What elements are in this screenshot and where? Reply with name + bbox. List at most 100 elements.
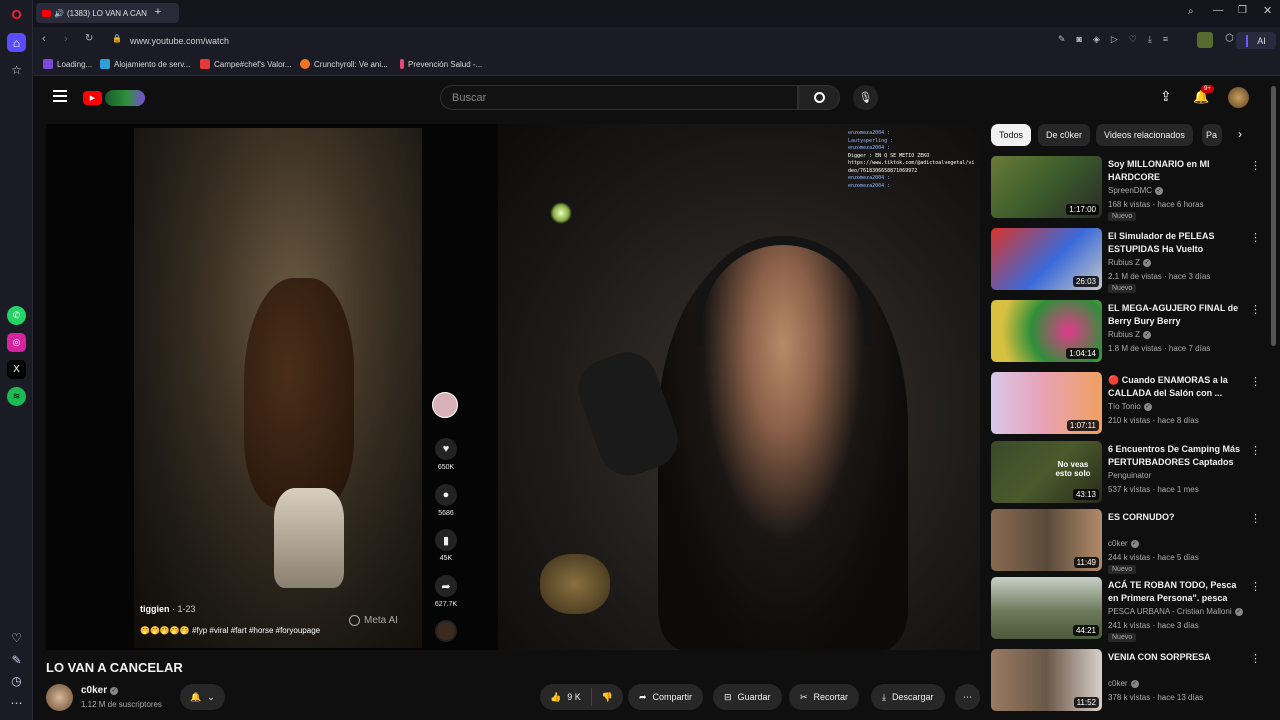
thumbnail[interactable]: No veas esto solo 43:13 <box>991 441 1102 503</box>
thumbnail[interactable]: 26:03 <box>991 228 1102 290</box>
bookmark-item[interactable]: Campe#chef's Valor... <box>200 59 291 69</box>
duration-badge: 26:03 <box>1072 276 1099 287</box>
video-player[interactable]: ♥ 650K ● 5686 ▮ 45K ➦ 627.7K tiggien · 1-23 … <box>46 124 980 650</box>
list-item[interactable]: 1:17:00 Soy MILLONARIO en MI HARDCORE Sp… <box>991 156 1261 221</box>
chip-related[interactable]: Videos relacionados <box>1096 124 1193 146</box>
page-scrollbar[interactable] <box>1271 86 1276 346</box>
verified-icon: ✓ <box>1143 330 1152 339</box>
more-vertical-icon[interactable]: ⋮ <box>1250 652 1261 665</box>
heart-icon[interactable]: ♡ <box>7 628 26 647</box>
search-input[interactable]: Buscar <box>440 85 798 110</box>
thumbnail[interactable]: 11:52 <box>991 649 1102 711</box>
thumbnail[interactable]: 1:07:11 <box>991 372 1102 434</box>
list-item[interactable]: 26:03 El Simulador de PELEAS ESTUPIDAS H… <box>991 228 1261 293</box>
dislike-button[interactable]: 👎 <box>592 692 623 703</box>
more-vertical-icon[interactable]: ⋮ <box>1250 159 1261 172</box>
url-field[interactable]: 🔒 www.youtube.com/watch <box>109 32 1064 49</box>
youtube-page: ▶ Buscar 🎙 ⇪ 🔔 9+ ♥ 650K ● 5686 ▮ 45K ➦ 627.… <box>33 76 1280 720</box>
share-button[interactable]: ➦ Compartir <box>628 684 704 710</box>
notification-bell-dropdown[interactable]: 🔔 ⌄ <box>180 684 225 710</box>
thumbnail[interactable]: 1:04:14 <box>991 300 1102 362</box>
play-icon[interactable]: ▷ <box>1111 34 1129 44</box>
like-button[interactable]: 👍 9 K <box>540 688 592 706</box>
duration-badge: 1:17:00 <box>1066 204 1099 215</box>
shield-icon[interactable]: ◈ <box>1093 34 1111 44</box>
aria-icon <box>1246 34 1249 47</box>
download-button[interactable]: ⤓ Descargar <box>871 684 945 710</box>
chevron-right-icon[interactable]: › <box>1238 127 1242 141</box>
more-actions-button[interactable]: ⋯ <box>955 684 980 710</box>
history-icon[interactable]: ◷ <box>7 671 26 690</box>
bookmark-item[interactable]: Loading... <box>43 59 92 69</box>
aria-ai-button[interactable]: AI <box>1236 32 1276 49</box>
channel-avatar[interactable] <box>46 684 73 711</box>
chip-channel[interactable]: De c0ker <box>1038 124 1091 146</box>
maximize-button[interactable]: ❐ <box>1238 5 1247 16</box>
reload-icon[interactable]: ↻ <box>85 33 93 44</box>
list-item[interactable]: 44:21 ACÁ TE ROBAN TODO, Pesca en Primer… <box>991 577 1261 642</box>
more-vertical-icon[interactable]: ⋮ <box>1250 580 1261 593</box>
thumbnail[interactable]: 44:21 <box>991 577 1102 639</box>
thumbnail[interactable]: 11:49 <box>991 509 1102 571</box>
minimize-button[interactable]: — <box>1213 5 1223 16</box>
speaker-icon[interactable]: 🔊 <box>54 9 64 18</box>
thumbnail[interactable]: 1:17:00 <box>991 156 1102 218</box>
back-icon[interactable]: ‹ <box>42 33 46 45</box>
bookmark-icon: ▮ <box>435 529 457 551</box>
bookmark-item[interactable]: Alojamiento de serv... <box>100 59 190 69</box>
more-vertical-icon[interactable]: ⋮ <box>1250 512 1261 525</box>
list-item[interactable]: No veas esto solo 43:13 6 Encuentros De … <box>991 441 1261 503</box>
toilet-shape <box>274 488 344 588</box>
bookmark-item[interactable]: Prevención Salud -... <box>400 59 482 69</box>
save-button[interactable]: ⊟ Guardar <box>713 684 782 710</box>
more-vertical-icon[interactable]: ⋮ <box>1250 444 1261 457</box>
tiktok-author-avatar[interactable] <box>432 392 458 418</box>
avatar[interactable] <box>1228 87 1249 108</box>
list-item[interactable]: 1:04:14 EL MEGA-AGUJERO FINAL de Berry B… <box>991 300 1261 362</box>
tiktok-share[interactable]: ➦ 627.7K <box>431 575 461 608</box>
chip-more[interactable]: Pa <box>1202 124 1222 146</box>
more-vertical-icon[interactable]: ⋮ <box>1250 231 1261 244</box>
list-item[interactable]: 1:07:11 🔴 Cuando ENAMORAS a la CALLADA d… <box>991 372 1261 434</box>
opera-logo-icon[interactable]: O <box>7 5 26 24</box>
mic-icon: 🎙 <box>858 92 873 104</box>
new-tab-button[interactable]: + <box>151 6 165 20</box>
hamburger-menu-icon[interactable] <box>53 90 67 102</box>
download-icon[interactable]: ⤓ <box>1148 34 1163 44</box>
bookmark-item[interactable]: Crunchyroll: Ve ani... <box>300 59 388 69</box>
forward-icon[interactable]: › <box>64 33 68 45</box>
star-icon[interactable]: ☆ <box>7 60 26 79</box>
edit-icon[interactable]: ✎ <box>7 650 26 669</box>
tiktok-comments[interactable]: ● 5686 <box>431 484 461 517</box>
list-item[interactable]: 11:52 VENIA CON SORPRESA c0ker ✓ 378 k vi… <box>991 649 1261 711</box>
tiktok-like[interactable]: ♥ 650K <box>431 438 461 471</box>
bell-icon: 🔔 <box>190 691 202 702</box>
menu-icon[interactable]: ≡ <box>1163 34 1179 44</box>
list-item[interactable]: 11:49 ES CORNUDO? c0ker ✓ 244 k vistas · … <box>991 509 1261 574</box>
chip-todos[interactable]: Todos <box>991 124 1032 146</box>
more-vertical-icon[interactable]: ⋮ <box>1250 303 1261 316</box>
upload-icon[interactable]: ⇪ <box>1160 88 1172 105</box>
profile-thumb[interactable] <box>1197 32 1213 48</box>
channel-name[interactable]: c0ker ✓ <box>81 685 119 696</box>
search-tabs-icon[interactable]: ⌕ <box>1188 6 1194 17</box>
instagram-icon[interactable]: ◎ <box>7 333 26 352</box>
home-icon[interactable]: ⌂ <box>7 33 26 52</box>
x-twitter-icon[interactable]: X <box>7 360 26 379</box>
verified-icon: ✓ <box>1143 402 1152 411</box>
close-window-button[interactable]: ✕ <box>1263 4 1272 17</box>
clip-button[interactable]: ✂ Recortar <box>789 684 860 710</box>
camera-icon[interactable]: ◙ <box>1077 34 1093 44</box>
snapshot-icon[interactable]: ✎ <box>1058 34 1077 44</box>
spotify-icon[interactable]: ≋ <box>7 387 26 406</box>
bookmark-heart-icon[interactable]: ♡ <box>1129 34 1148 44</box>
search-button[interactable] <box>798 85 840 110</box>
tiktok-save[interactable]: ▮ 45K <box>431 529 461 562</box>
whatsapp-icon[interactable]: ✆ <box>7 306 26 325</box>
more-vertical-icon[interactable]: ⋮ <box>1250 375 1261 388</box>
youtube-logo[interactable]: ▶ <box>83 89 145 107</box>
more-icon[interactable]: ⋯ <box>7 693 26 712</box>
extensions-icon[interactable]: ⬡ <box>1225 33 1234 44</box>
notifications-button[interactable]: 🔔 9+ <box>1193 85 1214 104</box>
voice-search-button[interactable]: 🎙 <box>853 85 878 110</box>
